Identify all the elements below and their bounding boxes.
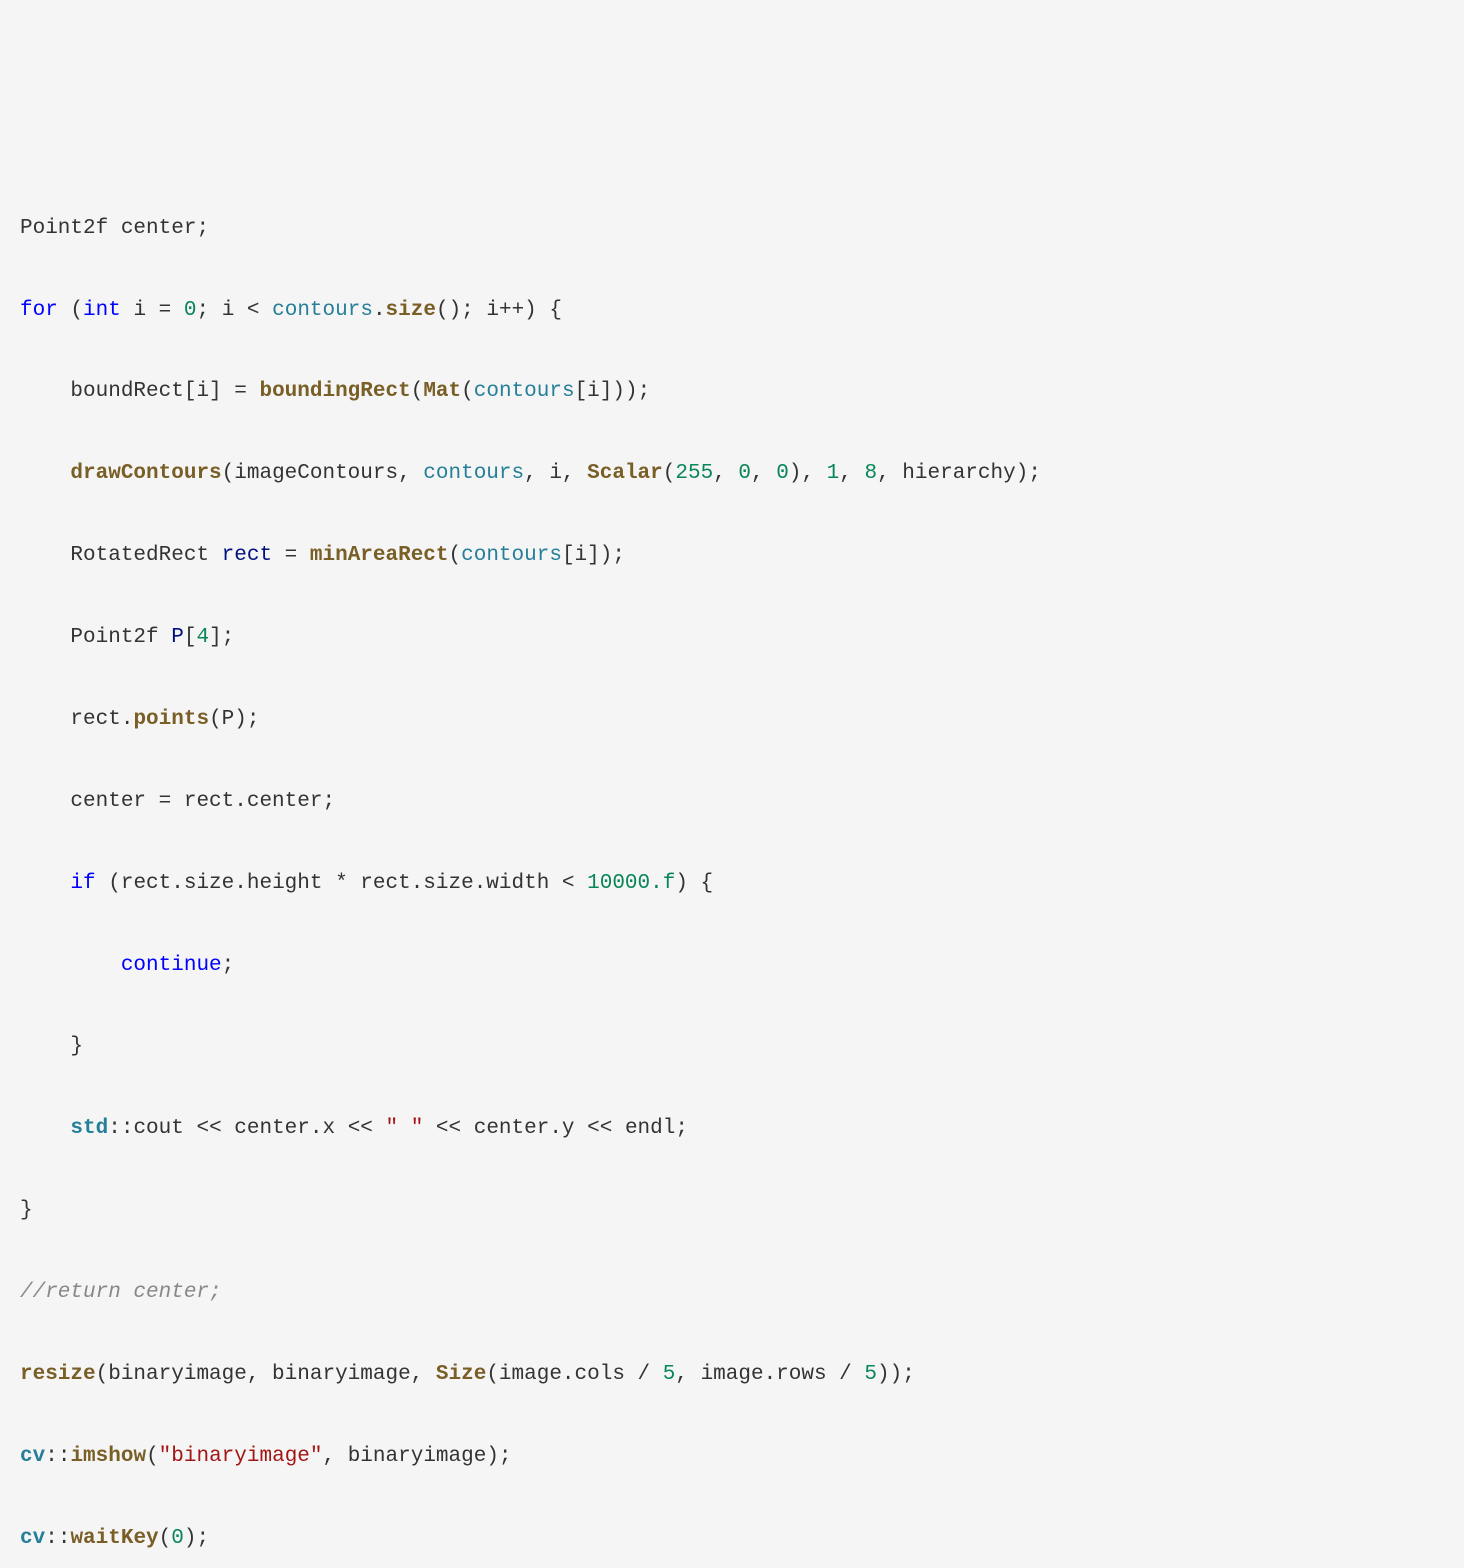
code-line-5: RotatedRect rect = minAreaRect(contours[… — [20, 536, 1444, 577]
code-line-6: Point2f P[4]; — [20, 618, 1444, 659]
code-line-12: std::cout << center.x << " " << center.y… — [20, 1109, 1444, 1150]
code-line-9: if (rect.size.height * rect.size.width <… — [20, 864, 1444, 905]
code-line-15: resize(binaryimage, binaryimage, Size(im… — [20, 1355, 1444, 1396]
code-block: Point2f center; for (int i = 0; i < cont… — [20, 168, 1444, 1568]
code-line-8: center = rect.center; — [20, 782, 1444, 823]
code-line-10: continue; — [20, 946, 1444, 987]
code-line-13: } — [20, 1191, 1444, 1232]
code-line-3: boundRect[i] = boundingRect(Mat(contours… — [20, 372, 1444, 413]
code-line-7: rect.points(P); — [20, 700, 1444, 741]
code-line-11: } — [20, 1027, 1444, 1068]
code-line-16: cv::imshow("binaryimage", binaryimage); — [20, 1437, 1444, 1478]
code-line-2: for (int i = 0; i < contours.size(); i++… — [20, 291, 1444, 332]
code-line-1: Point2f center; — [20, 209, 1444, 250]
code-line-17: cv::waitKey(0); — [20, 1519, 1444, 1560]
code-line-14: //return center; — [20, 1273, 1444, 1314]
code-line-4: drawContours(imageContours, contours, i,… — [20, 454, 1444, 495]
